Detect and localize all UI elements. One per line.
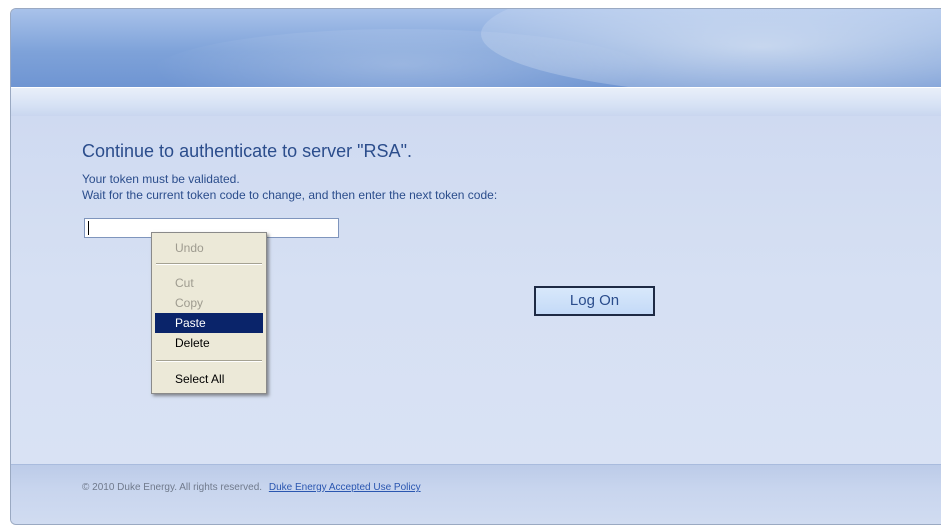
log-on-button[interactable]: Log On — [534, 286, 655, 316]
footer-bar — [11, 464, 941, 524]
menu-item-select-all[interactable]: Select All — [155, 369, 263, 389]
footer-text: © 2010 Duke Energy. All rights reserved.… — [82, 482, 421, 493]
context-menu: Undo Cut Copy Paste Delete Select All — [151, 232, 267, 394]
menu-item-copy[interactable]: Copy — [155, 293, 263, 313]
header-banner — [11, 9, 941, 87]
menu-separator — [156, 263, 262, 265]
menu-item-paste[interactable]: Paste — [155, 313, 263, 333]
validation-message: Your token must be validated. — [82, 172, 240, 186]
menu-item-cut[interactable]: Cut — [155, 273, 263, 293]
copyright-notice: © 2010 Duke Energy. All rights reserved. — [82, 482, 263, 493]
accepted-use-policy-link[interactable]: Duke Energy Accepted Use Policy — [269, 482, 421, 493]
instruction-message: Wait for the current token code to chang… — [82, 188, 498, 202]
menu-separator — [156, 360, 262, 362]
sub-header-bar — [11, 87, 941, 117]
page-title: Continue to authenticate to server "RSA"… — [82, 141, 412, 161]
menu-item-undo[interactable]: Undo — [155, 238, 263, 258]
menu-item-delete[interactable]: Delete — [155, 333, 263, 353]
text-caret — [88, 221, 89, 235]
page-frame — [10, 8, 941, 525]
